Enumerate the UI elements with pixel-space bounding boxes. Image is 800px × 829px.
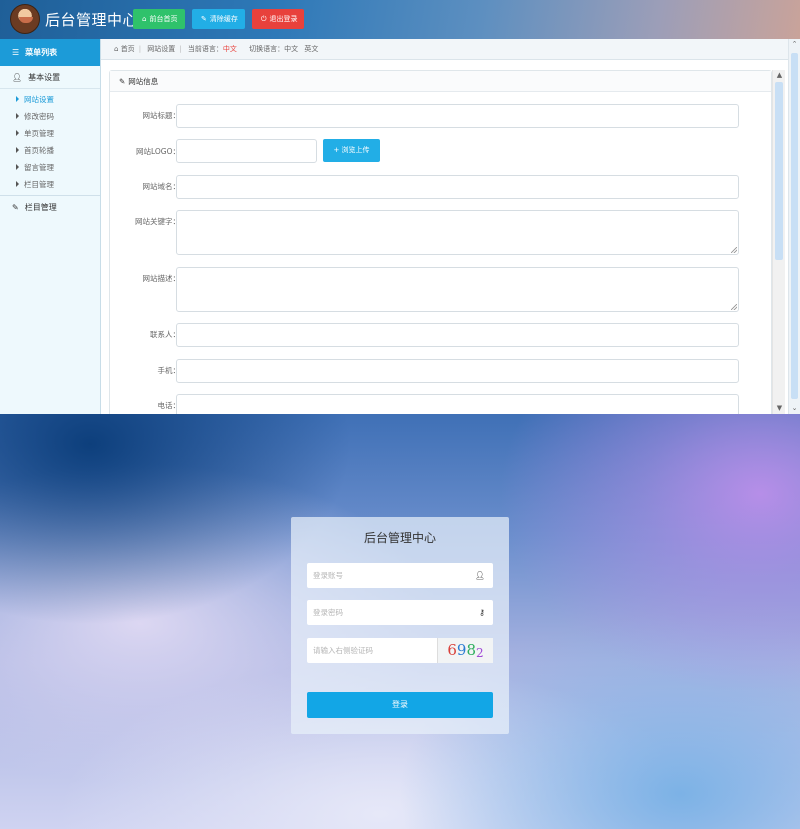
sidebar-item-label: 栏目管理 — [24, 180, 54, 189]
captcha-char: 6 — [447, 641, 457, 659]
sidebar-item-label: 修改密码 — [24, 112, 54, 121]
scroll-down-icon[interactable]: ⌄ — [790, 404, 799, 413]
breadcrumb-current: 网站设置 — [147, 45, 176, 53]
sidebar-header: ☰ 菜单列表 — [0, 39, 100, 66]
brand-title: 后台管理中心 — [45, 11, 139, 29]
caret-right-icon — [16, 147, 19, 153]
panel-scrollbar[interactable]: ▲ ▼ — [772, 70, 785, 414]
resize-grip-icon[interactable] — [731, 247, 737, 253]
breadcrumb-home[interactable]: 首页 — [121, 45, 135, 53]
page-scrollbar[interactable]: ⌃ ⌄ — [788, 39, 800, 414]
phone-input[interactable] — [176, 394, 739, 414]
current-language: 中文 — [222, 45, 237, 53]
caret-right-icon — [16, 181, 19, 187]
keywords-label: 网站关键字： — [135, 217, 180, 226]
edit-icon: ✎ — [119, 77, 126, 86]
mobile-input[interactable] — [176, 359, 739, 383]
domain-input[interactable] — [176, 175, 739, 199]
captcha-placeholder: 请输入右侧验证码 — [313, 646, 373, 655]
username-input[interactable]: 登录账号 👤︎ — [307, 563, 493, 588]
login-card: 后台管理中心 登录账号 👤︎ 登录密码 ⚷ 请输入右侧验证码 6982 登录 — [291, 517, 509, 734]
home-icon: ⌂ — [142, 15, 147, 23]
resize-grip-icon[interactable] — [731, 304, 737, 310]
wrench-icon: ✎ — [201, 15, 207, 23]
sidebar-group-basic-settings[interactable]: 👤︎ 基本设置 — [0, 66, 100, 89]
language-chinese-link[interactable]: 中文 — [284, 45, 298, 53]
frontend-home-label: 前台首页 — [149, 15, 178, 23]
keywords-textarea[interactable] — [176, 210, 739, 255]
sidebar-item-site-settings[interactable]: 网站设置 — [0, 91, 100, 108]
description-textarea[interactable] — [176, 267, 739, 312]
scroll-up-icon[interactable]: ▲ — [775, 71, 784, 80]
avatar — [10, 4, 40, 34]
site-info-panel: ✎ 网站信息 网站标题： 网站LOGO： + 浏览上传 网站域名： 网站关键字： … — [109, 70, 772, 414]
caret-right-icon — [16, 130, 19, 136]
panel-header: ✎ 网站信息 — [110, 71, 771, 92]
logout-label: 退出登录 — [269, 15, 298, 23]
captcha-input[interactable]: 请输入右侧验证码 — [307, 638, 437, 663]
home-icon: ⌂ — [114, 45, 119, 53]
key-icon: ⚷ — [479, 608, 485, 617]
sidebar-item-single-page[interactable]: 单页管理 — [0, 125, 100, 142]
login-title: 后台管理中心 — [363, 531, 436, 545]
captcha-char: 2 — [476, 646, 484, 660]
edit-icon: ✎ — [12, 203, 19, 212]
logout-button[interactable]: ⏻ 退出登录 — [252, 9, 304, 29]
user-icon: 👤︎ — [474, 571, 485, 580]
sidebar-item-label: 网站设置 — [24, 95, 54, 104]
language-english-link[interactable]: 英文 — [304, 45, 318, 53]
sidebar-submenu: 网站设置 修改密码 单页管理 首页轮播 留言管理 栏目管理 — [0, 89, 100, 196]
list-icon: ☰ — [12, 48, 20, 57]
power-icon: ⏻ — [261, 15, 267, 23]
breadcrumb: ⌂ 首页 | 网站设置 | 当前语言：中文 切换语言：中文 英文 — [101, 39, 800, 60]
sidebar-item-label: 单页管理 — [24, 129, 54, 138]
site-title-label: 网站标题： — [142, 111, 181, 120]
password-placeholder: 登录密码 — [313, 608, 343, 617]
login-button[interactable]: 登录 — [307, 692, 493, 718]
caret-right-icon — [16, 164, 19, 170]
sidebar-item-messages[interactable]: 留言管理 — [0, 159, 100, 176]
clear-cache-label: 清除缓存 — [209, 15, 238, 23]
scrollbar-thumb[interactable] — [775, 82, 783, 260]
switch-language-label: 切换语言： — [249, 45, 285, 53]
sidebar-title: 菜单列表 — [25, 48, 58, 57]
sidebar-group-label: 基本设置 — [28, 73, 61, 82]
admin-screen: 后台管理中心 ⌂ 前台首页 ✎ 清除缓存 ⏻ 退出登录 ☰ 菜单列表 👤︎ 基本设置 网站… — [0, 0, 800, 414]
sidebar-item-columns[interactable]: 栏目管理 — [0, 176, 100, 193]
sidebar: ☰ 菜单列表 👤︎ 基本设置 网站设置 修改密码 单页管理 首页轮播 留言管理 栏目… — [0, 39, 101, 414]
captcha-char: 8 — [466, 641, 476, 659]
current-language-label: 当前语言： — [187, 45, 223, 53]
site-logo-input[interactable] — [176, 139, 317, 163]
contact-input[interactable] — [176, 323, 739, 347]
login-screen: 后台管理中心 登录账号 👤︎ 登录密码 ⚷ 请输入右侧验证码 6982 登录 — [0, 414, 800, 829]
username-placeholder: 登录账号 — [313, 571, 343, 580]
sidebar-group-label: 栏目管理 — [24, 203, 57, 212]
sidebar-item-change-password[interactable]: 修改密码 — [0, 108, 100, 125]
clear-cache-button[interactable]: ✎ 清除缓存 — [192, 9, 245, 29]
browse-upload-button[interactable]: + 浏览上传 — [323, 139, 380, 162]
caret-right-icon — [16, 113, 19, 119]
caret-right-icon — [16, 96, 19, 102]
top-header: 后台管理中心 ⌂ 前台首页 ✎ 清除缓存 ⏻ 退出登录 — [0, 0, 800, 39]
site-title-input[interactable] — [176, 104, 739, 128]
scroll-up-icon[interactable]: ⌃ — [790, 40, 799, 49]
description-label: 网站描述： — [142, 274, 181, 283]
sidebar-item-label: 首页轮播 — [24, 146, 54, 155]
sidebar-item-home-carousel[interactable]: 首页轮播 — [0, 142, 100, 159]
scrollbar-thumb[interactable] — [791, 53, 798, 399]
site-logo-label: 网站LOGO： — [135, 147, 180, 156]
captcha-image[interactable]: 6982 — [437, 638, 493, 663]
frontend-home-button[interactable]: ⌂ 前台首页 — [133, 9, 185, 29]
sidebar-group-column-management[interactable]: ✎ 栏目管理 — [0, 196, 100, 219]
scroll-down-icon[interactable]: ▼ — [775, 404, 784, 413]
panel-title: 网站信息 — [128, 77, 159, 86]
domain-label: 网站域名： — [142, 182, 181, 191]
password-input[interactable]: 登录密码 ⚷ — [307, 600, 493, 625]
sidebar-item-label: 留言管理 — [24, 163, 54, 172]
user-icon: 👤︎ — [12, 73, 23, 82]
